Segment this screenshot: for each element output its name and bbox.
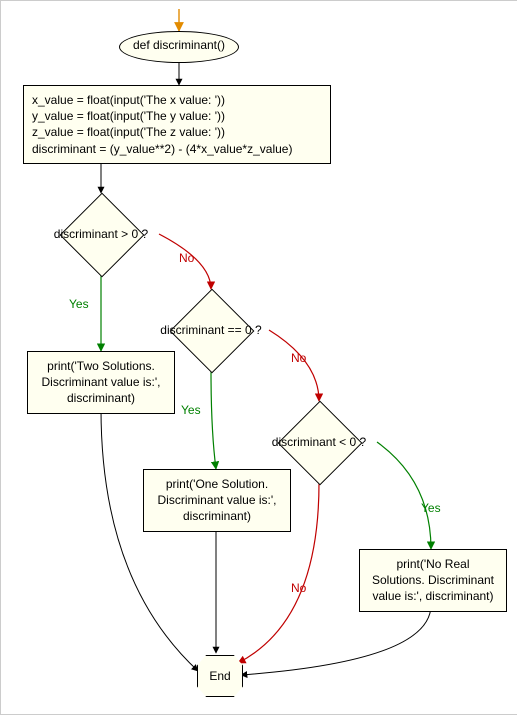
assign-line-2: y_value = float(input('The y value: ')) (32, 108, 322, 124)
edge-d3-yes (377, 442, 431, 549)
p2-line-2: Discriminant value is:', (152, 492, 282, 508)
label-d1-yes: Yes (69, 297, 89, 311)
assign-node: x_value = float(input('The x value: ')) … (23, 85, 331, 164)
p2-line-3: discriminant) (152, 508, 282, 524)
print-no-real: print('No Real Solutions. Discriminant v… (359, 549, 507, 612)
edge-p3-end (241, 605, 431, 675)
label-d2-no: No (291, 351, 306, 365)
d2-label: discriminant == 0 ? (160, 323, 261, 337)
p1-line-1: print('Two Solutions. (36, 358, 166, 374)
end-label: End (209, 669, 230, 683)
label-d2-yes: Yes (181, 403, 201, 417)
flowchart-canvas: def discriminant() x_value = float(input… (0, 0, 517, 715)
edge-d2-yes (211, 371, 216, 469)
p2-line-1: print('One Solution. (152, 476, 282, 492)
label-d3-no: No (291, 581, 306, 595)
assign-line-1: x_value = float(input('The x value: ')) (32, 92, 322, 108)
assign-line-4: discriminant = (y_value**2) - (4*x_value… (32, 141, 322, 157)
p3-line-2: Solutions. Discriminant (368, 572, 498, 588)
label-d3-yes: Yes (421, 501, 441, 515)
assign-line-3: z_value = float(input('The z value: ')) (32, 124, 322, 140)
d3-label: discriminant < 0 ? (272, 435, 366, 449)
decision-d1: discriminant > 0 ? (43, 193, 159, 275)
print-two-solutions: print('Two Solutions. Discriminant value… (27, 351, 175, 414)
start-node: def discriminant() (119, 31, 239, 63)
edge-d2-no (269, 330, 319, 401)
d1-label: discriminant > 0 ? (54, 227, 148, 241)
start-label: def discriminant() (133, 38, 225, 52)
edge-p1-end (101, 409, 198, 671)
end-node: End (197, 655, 243, 697)
print-one-solution: print('One Solution. Discriminant value … (143, 469, 291, 532)
p1-line-3: discriminant) (36, 390, 166, 406)
label-d1-no: No (179, 251, 194, 265)
p3-line-3: value is:', discriminant) (368, 588, 498, 604)
p1-line-2: Discriminant value is:', (36, 374, 166, 390)
p3-line-1: print('No Real (368, 556, 498, 572)
